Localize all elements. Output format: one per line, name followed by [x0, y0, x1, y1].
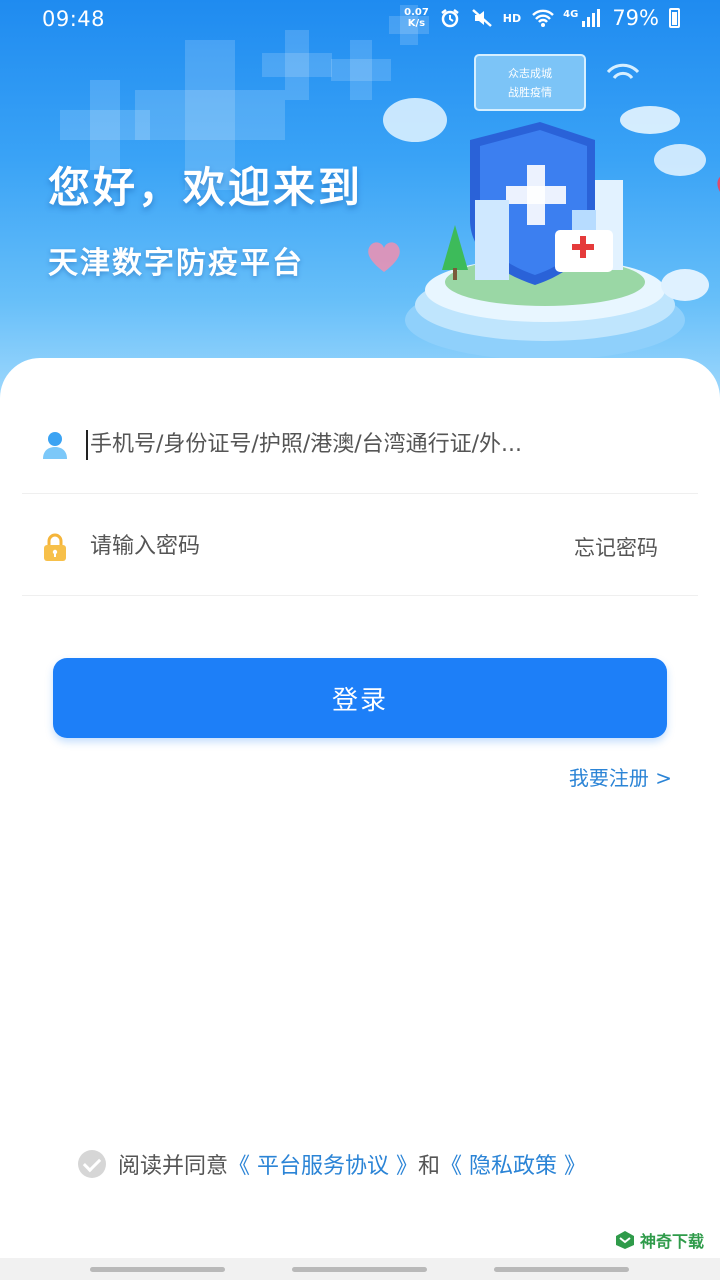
signal-type-label: 4G — [563, 8, 579, 20]
agreement-conjunction: 和 — [418, 1154, 441, 1179]
wifi-icon — [531, 8, 554, 28]
network-speed-value: 0.07 — [404, 7, 429, 18]
password-field[interactable]: 忘记密码 — [22, 498, 698, 596]
service-agreement-link[interactable]: 《 平台服务协议 》 — [228, 1148, 418, 1180]
slogan-sign: 众志成城 战胜疫情 — [474, 54, 586, 111]
decorative-cross — [135, 90, 285, 140]
forgot-password-link[interactable]: 忘记密码 — [574, 532, 658, 562]
network-speed-unit: K/s — [407, 18, 426, 29]
alarm-icon — [439, 8, 461, 28]
agreement-checkbox[interactable] — [78, 1150, 106, 1178]
signal-icon — [580, 8, 602, 28]
decorative-cross — [60, 110, 150, 140]
decorative-cross — [262, 53, 332, 77]
nav-home-indicator[interactable] — [292, 1267, 427, 1272]
agreement-prefix: 阅读并同意 — [118, 1154, 229, 1179]
svg-text:战胜疫情: 战胜疫情 — [508, 85, 552, 99]
watermark-label: 神奇下载 — [639, 1232, 704, 1251]
register-link[interactable]: 我要注册 > — [569, 762, 672, 791]
welcome-title: 您好，欢迎来到 — [48, 163, 364, 212]
password-input[interactable] — [90, 526, 574, 567]
login-card: 忘记密码 登录 我要注册 > 阅读并同意 《 平台服务协议 》 和 《 隐私政策… — [0, 358, 720, 1280]
nav-recents-indicator[interactable] — [494, 1267, 629, 1272]
status-time: 09:48 — [42, 7, 106, 31]
platform-name: 天津数字防疫平台 — [48, 246, 304, 281]
status-icons: 0.07 K/s HD 4G 79% — [404, 6, 680, 30]
watermark-logo-icon — [615, 1231, 634, 1249]
hero-banner: 09:48 0.07 K/s HD 4G 79% 您好，欢迎来到 天津数字防疫平… — [0, 0, 720, 400]
svg-text:众志成城: 众志成城 — [508, 67, 552, 80]
hd-label: HD — [502, 11, 522, 25]
nav-back-indicator[interactable] — [90, 1267, 225, 1272]
login-button[interactable]: 登录 — [53, 658, 667, 738]
account-field[interactable] — [22, 396, 698, 494]
text-cursor — [86, 429, 88, 460]
privacy-policy-link[interactable]: 《 隐私政策 》 — [440, 1148, 586, 1180]
account-input[interactable] — [90, 424, 698, 465]
user-icon — [40, 430, 70, 460]
battery-percentage: 79% — [612, 6, 659, 30]
status-bar: 09:48 0.07 K/s HD 4G 79% — [0, 0, 720, 40]
system-navigation-bar — [0, 1258, 720, 1280]
battery-icon — [669, 8, 680, 28]
network-speed: 0.07 K/s — [404, 7, 429, 29]
watermark: 神奇下载 — [614, 1228, 704, 1252]
epidemic-shield-illustration: 众志成城 战胜疫情 — [383, 54, 720, 360]
lock-icon — [40, 532, 70, 562]
mute-icon — [471, 8, 493, 28]
agreement-row: 阅读并同意 《 平台服务协议 》 和 《 隐私政策 》 — [78, 1148, 586, 1180]
